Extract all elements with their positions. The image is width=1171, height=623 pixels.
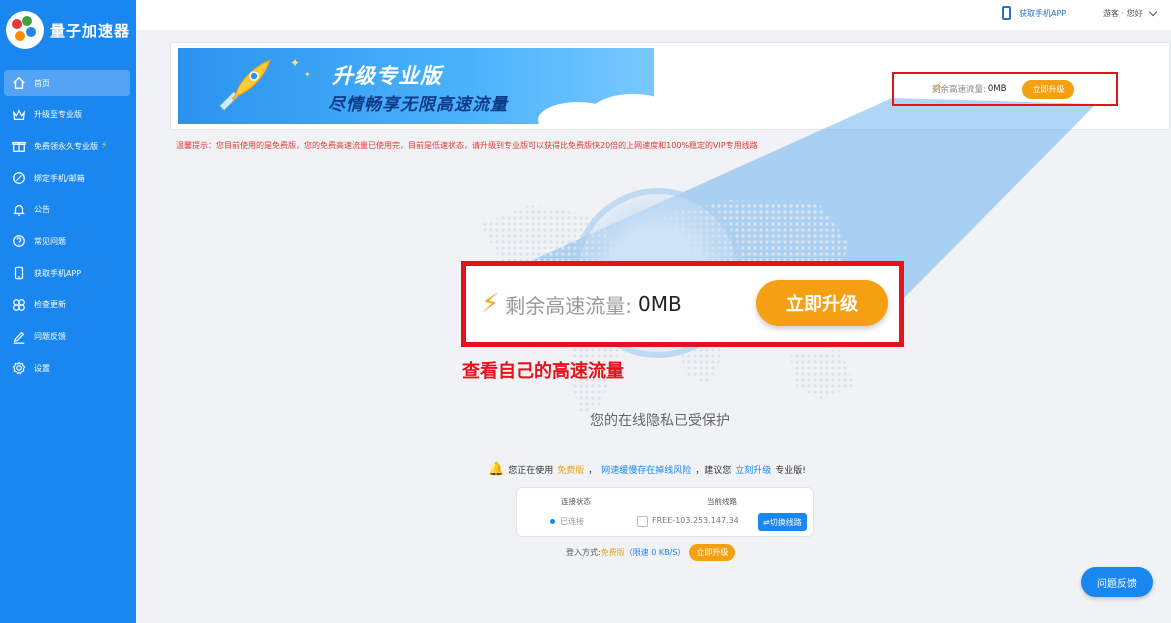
banner-subtitle: 尽情畅享无限高速流量 [328,95,508,115]
edit-icon [12,330,26,344]
sidebar-item-label: 设置 [34,363,50,373]
sidebar-item-label: 公告 [34,205,50,215]
get-app-link[interactable]: 获取手机APP [1002,6,1066,20]
phone-icon [12,266,26,280]
feedback-button[interactable]: 问题反馈 [1081,567,1153,597]
connected-dot-icon [550,519,555,524]
gear-icon [12,361,26,375]
sidebar-item-label: 绑定手机/邮箱 [34,173,85,183]
upgrade-button[interactable]: 立即升级 [1022,79,1075,99]
sidebar: 量子加速器 首页 升级至专业版 免费领永久专业版 ⚡ 绑定手机/邮箱 公告 常见… [0,0,136,623]
status-text: 专业版! [775,466,806,476]
banner-title: 升级专业版 [332,64,442,88]
sidebar-item-home[interactable]: 首页 [4,70,130,96]
sidebar-item-faq[interactable]: 常见问题 [4,228,130,254]
callout-upgrade-button[interactable]: 立即升级 [756,280,888,326]
sidebar-item-label: 升级至专业版 [34,110,82,120]
status-text: ，建议您 [695,466,732,476]
callout-traffic-value: 0MB [638,292,682,316]
star-icon: ✦ [304,70,311,79]
remaining-traffic-box: ⚡ 剩余高速流量: 0MB 立即升级 [892,72,1118,106]
login-mode-label: 登入方式: [566,548,601,557]
brand: 量子加速器 [6,10,130,50]
sidebar-item-get-app[interactable]: 获取手机APP [4,260,130,286]
sidebar-item-label: 获取手机APP [34,268,82,278]
connection-status-value: 已连接 [560,517,584,526]
switch-route-button[interactable]: ⇌切换线路 [758,513,807,531]
login-mode-value: 免费版 [600,548,625,557]
app-logo [6,11,44,49]
lightning-icon: ⚡ [481,289,500,319]
rocket-icon [219,59,271,111]
update-icon [12,298,26,312]
gift-icon [12,139,26,153]
usage-status-line: 🔔 您正在使用 免费版，网速缓慢存在掉线风险 ，建议您 立刻升级 专业版! [488,462,806,477]
free-version-text: 免费版 [557,466,585,476]
connection-status-header: 连接状态 [561,497,591,506]
link-icon [12,171,26,185]
star-icon: ✦ [290,56,301,70]
remaining-traffic-value: 0MB [987,84,1007,94]
sidebar-item-label: 首页 [34,78,50,88]
home-icon [12,76,26,90]
chevron-down-icon [1148,7,1157,17]
sidebar-item-label: 检查更新 [34,300,66,310]
sidebar-item-feedback[interactable]: 问题反馈 [4,324,130,350]
privacy-protected-text: 您的在线隐私已受保护 [590,413,730,429]
sidebar-item-free-pro[interactable]: 免费领永久专业版 ⚡ [4,133,130,159]
sidebar-nav: 首页 升级至专业版 免费领永久专业版 ⚡ 绑定手机/邮箱 公告 常见问题 获取手… [4,70,130,387]
lightning-icon: ⚡ [101,141,108,152]
app-name: 量子加速器 [50,21,131,40]
speed-limit-text: 限速 0 KB/S [632,548,678,557]
cloud-decoration [588,94,654,124]
phone-icon [1002,6,1011,20]
sidebar-item-upgrade-pro[interactable]: 升级至专业版 [4,102,130,128]
upgrade-banner[interactable]: ✦ ✦ 升级专业版 尽情畅享无限高速流量 [178,48,654,124]
callout-caption: 查看自己的高速流量 [462,361,624,382]
bell-icon [12,203,26,217]
bell-icon: 🔔 [488,462,505,477]
status-text: ， [588,466,598,476]
lightning-icon: ⚡ [934,80,944,95]
login-mode-line: 登入方式: 免费版 （ 限速 0 KB/S ） 立即升级 [566,544,736,561]
sidebar-item-announcements[interactable]: 公告 [4,197,130,223]
callout-traffic-label: 剩余高速流量: [505,293,633,318]
top-bar: 获取手机APP 游客 · 您好 [136,0,1171,30]
sidebar-item-bind-account[interactable]: 绑定手机/邮箱 [4,165,130,191]
upgrade-now-link[interactable]: 立刻升级 [735,463,771,476]
crown-icon [12,108,26,122]
current-route-value: FREE-103.253.147.34 [652,516,739,525]
sidebar-item-label: 免费领永久专业版 [34,141,98,151]
upgrade-button-bottom[interactable]: 立即升级 [689,544,736,561]
warm-notice: 温馨提示：您目前使用的是免费版，您的免费高速流量已使用完，目前是低速状态，请升级… [176,141,758,150]
user-greeting: 游客 · 您好 [1103,9,1143,18]
get-app-label: 获取手机APP [1019,8,1067,18]
speed-limit-open: （ [624,548,633,557]
status-text: 您正在使用 [508,466,554,476]
user-menu[interactable]: 游客 · 您好 [1103,7,1157,19]
connection-card: 连接状态 当前线路 已连接 FREE-103.253.147.34 ⇌切换线路 [516,487,814,537]
sidebar-item-settings[interactable]: 设置 [4,355,130,381]
sidebar-item-label: 常见问题 [34,236,66,246]
question-icon [12,234,26,248]
sidebar-item-label: 问题反馈 [34,332,66,341]
sidebar-item-check-update[interactable]: 检查更新 [4,292,130,318]
speed-limit-close: ） [677,548,686,557]
traffic-callout: ⚡ 剩余高速流量: 0MB 立即升级 [461,261,904,347]
risk-text: 网速缓慢存在掉线风险 [601,466,692,476]
current-route-header: 当前线路 [707,497,737,506]
route-checkbox[interactable] [637,516,648,527]
